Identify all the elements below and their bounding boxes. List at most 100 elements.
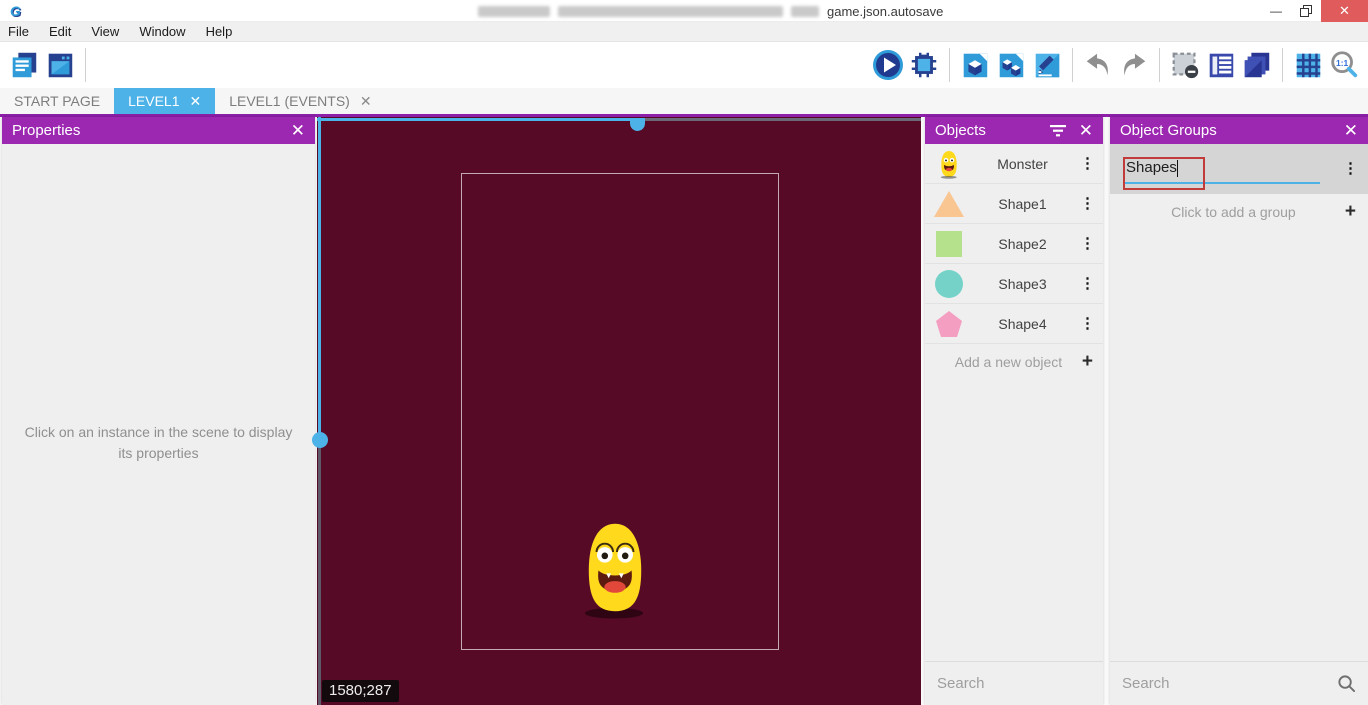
redo-icon [1118,49,1150,81]
close-button[interactable]: ✕ [1321,0,1368,22]
objects-panel-header: Objects ✕ [925,117,1103,144]
menu-edit[interactable]: Edit [39,22,81,42]
tab-label: LEVEL1 [128,93,179,109]
tab-start-page[interactable]: START PAGE [0,88,114,114]
close-icon[interactable]: ✕ [291,122,305,139]
menu-bar: File Edit View Window Help [0,22,1368,42]
project-manager-button[interactable] [6,47,42,83]
triangle-thumbnail [933,188,965,220]
object-name: Monster [965,156,1080,172]
title-bar: G game.json.autosave — ✕ [0,0,1368,22]
kebab-menu-icon[interactable]: ⋮ [1343,164,1358,174]
plus-icon: + [1082,351,1093,373]
redo-button[interactable] [1116,47,1152,83]
menu-file[interactable]: File [0,22,39,42]
kebab-menu-icon[interactable]: ⋮ [1080,159,1095,169]
svg-text:1:1: 1:1 [1336,58,1349,68]
layers-icon [1241,49,1273,81]
object-name: Shape1 [965,196,1080,212]
kebab-menu-icon[interactable]: ⋮ [1080,279,1095,289]
monster-thumbnail [933,148,965,180]
menu-view[interactable]: View [81,22,129,42]
tab-level1-events[interactable]: LEVEL1 (EVENTS) ✕ [215,88,385,114]
object-row-monster[interactable]: Monster ⋮ [925,144,1103,184]
toggle-grid-button[interactable] [1290,47,1326,83]
objects-panel: Objects ✕ Monster ⋮ Shape1 ⋮ Shape2 ⋮ Sh… [925,117,1103,705]
group-name-input[interactable] [1124,155,1320,182]
cursor-coordinates: 1580;287 [322,680,399,702]
debug-button[interactable] [906,47,942,83]
minimize-button[interactable]: — [1261,0,1291,22]
preview-play-button[interactable] [870,47,906,83]
object-row-shape2[interactable]: Shape2 ⋮ [925,224,1103,264]
objects-search-bar [925,661,1103,705]
redacted-text [478,6,550,17]
restore-icon [1300,5,1312,17]
scrollbar-fill [317,118,638,121]
square-thumbnail [933,228,965,260]
scrollbar-thumb[interactable] [312,432,328,448]
monster-instance[interactable] [581,517,649,619]
close-icon[interactable]: ✕ [1344,122,1358,139]
undo-icon [1082,49,1114,81]
object-name: Shape2 [965,236,1080,252]
kebab-menu-icon[interactable]: ⋮ [1080,199,1095,209]
circle-thumbnail [933,268,965,300]
object-name: Shape3 [965,276,1080,292]
pentagon-thumbnail [933,308,965,340]
object-row-shape4[interactable]: Shape4 ⋮ [925,304,1103,344]
edit-pencil-icon [1031,49,1063,81]
add-object-button[interactable]: Add a new object + [925,344,1103,380]
mask-deselect-icon [1169,49,1201,81]
restore-button[interactable] [1291,0,1321,22]
filter-icon[interactable] [1049,124,1067,138]
object-row-shape3[interactable]: Shape3 ⋮ [925,264,1103,304]
zoom-original-button[interactable]: 1:1 [1326,47,1362,83]
object-groups-panel-header: Object Groups ✕ [1110,117,1368,144]
debugger-chip-icon [908,49,940,81]
tab-close-icon[interactable]: ✕ [360,93,372,110]
tab-label: LEVEL1 (EVENTS) [229,93,350,109]
horizontal-scrollbar[interactable] [317,118,921,121]
object-groups-panel: Object Groups ✕ ⋮ Click to add a group + [1110,117,1368,705]
scene-canvas[interactable]: 1580;287 [317,117,921,705]
window-title: game.json.autosave [478,0,943,22]
scrollbar-thumb[interactable] [630,118,645,131]
scene-editor-button[interactable] [42,47,78,83]
panel-title: Objects [935,122,986,139]
object-row-shape1[interactable]: Shape1 ⋮ [925,184,1103,224]
instances-list-button[interactable] [1203,47,1239,83]
zoom-1-1-icon: 1:1 [1328,49,1360,81]
close-icon[interactable]: ✕ [1079,122,1093,139]
show-objects-panel-button[interactable] [957,47,993,83]
objects-search-input[interactable] [937,675,1136,692]
add-object-label: Add a new object [935,354,1082,370]
gdevelop-logo-icon: G [10,3,21,19]
menu-window[interactable]: Window [129,22,195,42]
toolbar: 1:1 [0,42,1368,88]
show-object-groups-button[interactable] [993,47,1029,83]
toggle-mask-button[interactable] [1167,47,1203,83]
properties-empty-message: Click on an instance in the scene to dis… [20,422,297,464]
groups-search-input[interactable] [1122,675,1331,692]
tab-level1[interactable]: LEVEL1 ✕ [114,88,215,114]
toolbar-separator [85,48,86,82]
play-icon [871,48,905,82]
edit-scene-properties-button[interactable] [1029,47,1065,83]
toolbar-separator [1072,48,1073,82]
kebab-menu-icon[interactable]: ⋮ [1080,239,1095,249]
kebab-menu-icon[interactable]: ⋮ [1080,319,1095,329]
redacted-text [791,6,819,17]
group-row-editing[interactable]: ⋮ [1110,144,1368,194]
layers-button[interactable] [1239,47,1275,83]
add-group-button[interactable]: Click to add a group + [1110,194,1368,230]
tab-label: START PAGE [14,93,100,109]
menu-help[interactable]: Help [196,22,243,42]
vertical-scrollbar[interactable] [318,117,321,705]
tab-close-icon[interactable]: ✕ [189,93,201,110]
group-name-field[interactable] [1124,155,1320,184]
undo-button[interactable] [1080,47,1116,83]
instances-list-icon [1205,49,1237,81]
panel-title: Object Groups [1120,122,1217,139]
panel-title: Properties [12,122,80,139]
